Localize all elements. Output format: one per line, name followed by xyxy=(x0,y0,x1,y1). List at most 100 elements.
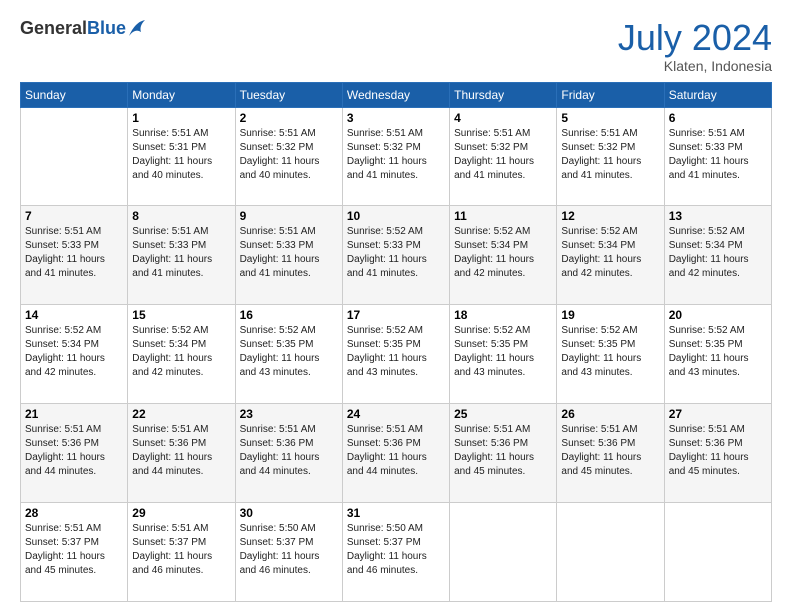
day-info: Sunrise: 5:51 AMSunset: 5:37 PMDaylight:… xyxy=(25,522,123,578)
calendar-cell: 8 Sunrise: 5:51 AMSunset: 5:33 PMDaylight… xyxy=(128,206,235,305)
header: GeneralBlue July 2024 Klaten, Indonesia xyxy=(20,18,772,74)
calendar-cell: 16Sunrise: 5:52 AMSunset: 5:35 PMDayligh… xyxy=(235,305,342,404)
day-info: Sunrise: 5:52 AMSunset: 5:35 PMDaylight:… xyxy=(454,324,552,380)
week-row-3: 21 Sunrise: 5:51 AMSunset: 5:36 PMDayligh… xyxy=(21,404,772,503)
calendar-cell: 20Sunrise: 5:52 AMSunset: 5:35 PMDayligh… xyxy=(664,305,771,404)
weekday-header-wednesday: Wednesday xyxy=(342,82,449,107)
day-info: Sunrise: 5:51 AMSunset: 5:33 PMDaylight:… xyxy=(240,225,338,281)
day-info: Sunrise: 5:51 AMSunset: 5:33 PMDaylight:… xyxy=(132,225,230,281)
day-number: 16 xyxy=(240,308,338,322)
day-number: 24 xyxy=(347,407,445,421)
calendar-cell: 6Sunrise: 5:51 AMSunset: 5:33 PMDaylight… xyxy=(664,107,771,206)
day-number: 9 xyxy=(240,209,338,223)
weekday-header-row: SundayMondayTuesdayWednesdayThursdayFrid… xyxy=(21,82,772,107)
title-block: July 2024 Klaten, Indonesia xyxy=(618,18,772,74)
calendar-cell xyxy=(664,503,771,602)
calendar-cell: 13Sunrise: 5:52 AMSunset: 5:34 PMDayligh… xyxy=(664,206,771,305)
weekday-header-thursday: Thursday xyxy=(450,82,557,107)
calendar-cell: 1 Sunrise: 5:51 AMSunset: 5:31 PMDaylight… xyxy=(128,107,235,206)
day-info: Sunrise: 5:51 AMSunset: 5:36 PMDaylight:… xyxy=(561,423,659,479)
day-info: Sunrise: 5:51 AMSunset: 5:36 PMDaylight:… xyxy=(240,423,338,479)
calendar-cell: 26 Sunrise: 5:51 AMSunset: 5:36 PMDayligh… xyxy=(557,404,664,503)
day-info: Sunrise: 5:51 AMSunset: 5:36 PMDaylight:… xyxy=(454,423,552,479)
day-number: 2 xyxy=(240,111,338,125)
day-number: 5 xyxy=(561,111,659,125)
day-info: Sunrise: 5:51 AMSunset: 5:33 PMDaylight:… xyxy=(25,225,123,281)
calendar-cell: 10Sunrise: 5:52 AMSunset: 5:33 PMDayligh… xyxy=(342,206,449,305)
calendar-cell xyxy=(557,503,664,602)
day-info: Sunrise: 5:52 AMSunset: 5:34 PMDaylight:… xyxy=(561,225,659,281)
week-row-1: 7 Sunrise: 5:51 AMSunset: 5:33 PMDaylight… xyxy=(21,206,772,305)
calendar-cell: 12 Sunrise: 5:52 AMSunset: 5:34 PMDayligh… xyxy=(557,206,664,305)
calendar-cell: 18 Sunrise: 5:52 AMSunset: 5:35 PMDayligh… xyxy=(450,305,557,404)
day-number: 14 xyxy=(25,308,123,322)
calendar-cell: 24 Sunrise: 5:51 AMSunset: 5:36 PMDayligh… xyxy=(342,404,449,503)
calendar-cell: 19 Sunrise: 5:52 AMSunset: 5:35 PMDayligh… xyxy=(557,305,664,404)
logo-bird-icon xyxy=(127,18,145,40)
day-number: 1 xyxy=(132,111,230,125)
day-number: 30 xyxy=(240,506,338,520)
calendar-cell: 31 Sunrise: 5:50 AMSunset: 5:37 PMDayligh… xyxy=(342,503,449,602)
day-number: 13 xyxy=(669,209,767,223)
day-info: Sunrise: 5:51 AMSunset: 5:31 PMDaylight:… xyxy=(132,127,230,183)
calendar-cell: 17Sunrise: 5:52 AMSunset: 5:35 PMDayligh… xyxy=(342,305,449,404)
day-info: Sunrise: 5:51 AMSunset: 5:32 PMDaylight:… xyxy=(347,127,445,183)
day-number: 19 xyxy=(561,308,659,322)
day-number: 6 xyxy=(669,111,767,125)
day-info: Sunrise: 5:51 AMSunset: 5:32 PMDaylight:… xyxy=(240,127,338,183)
calendar-table: SundayMondayTuesdayWednesdayThursdayFrid… xyxy=(20,82,772,602)
day-info: Sunrise: 5:51 AMSunset: 5:36 PMDaylight:… xyxy=(132,423,230,479)
day-number: 23 xyxy=(240,407,338,421)
day-number: 22 xyxy=(132,407,230,421)
day-info: Sunrise: 5:51 AMSunset: 5:37 PMDaylight:… xyxy=(132,522,230,578)
calendar-cell xyxy=(21,107,128,206)
day-number: 15 xyxy=(132,308,230,322)
calendar-cell: 28 Sunrise: 5:51 AMSunset: 5:37 PMDayligh… xyxy=(21,503,128,602)
calendar-cell: 3Sunrise: 5:51 AMSunset: 5:32 PMDaylight… xyxy=(342,107,449,206)
calendar-cell: 5Sunrise: 5:51 AMSunset: 5:32 PMDaylight… xyxy=(557,107,664,206)
week-row-0: 1 Sunrise: 5:51 AMSunset: 5:31 PMDaylight… xyxy=(21,107,772,206)
calendar-cell: 15 Sunrise: 5:52 AMSunset: 5:34 PMDayligh… xyxy=(128,305,235,404)
location: Klaten, Indonesia xyxy=(618,58,772,74)
calendar-cell: 9 Sunrise: 5:51 AMSunset: 5:33 PMDaylight… xyxy=(235,206,342,305)
day-number: 10 xyxy=(347,209,445,223)
week-row-4: 28 Sunrise: 5:51 AMSunset: 5:37 PMDayligh… xyxy=(21,503,772,602)
day-number: 21 xyxy=(25,407,123,421)
weekday-header-friday: Friday xyxy=(557,82,664,107)
month-title: July 2024 xyxy=(618,18,772,58)
week-row-2: 14 Sunrise: 5:52 AMSunset: 5:34 PMDayligh… xyxy=(21,305,772,404)
weekday-header-tuesday: Tuesday xyxy=(235,82,342,107)
calendar-cell: 30 Sunrise: 5:50 AMSunset: 5:37 PMDayligh… xyxy=(235,503,342,602)
day-number: 7 xyxy=(25,209,123,223)
logo: GeneralBlue xyxy=(20,18,145,40)
weekday-header-saturday: Saturday xyxy=(664,82,771,107)
calendar-cell: 7 Sunrise: 5:51 AMSunset: 5:33 PMDaylight… xyxy=(21,206,128,305)
day-info: Sunrise: 5:52 AMSunset: 5:34 PMDaylight:… xyxy=(25,324,123,380)
day-info: Sunrise: 5:52 AMSunset: 5:35 PMDaylight:… xyxy=(561,324,659,380)
day-info: Sunrise: 5:50 AMSunset: 5:37 PMDaylight:… xyxy=(240,522,338,578)
day-number: 28 xyxy=(25,506,123,520)
day-info: Sunrise: 5:50 AMSunset: 5:37 PMDaylight:… xyxy=(347,522,445,578)
calendar-page: GeneralBlue July 2024 Klaten, Indonesia … xyxy=(0,0,792,612)
day-number: 18 xyxy=(454,308,552,322)
calendar-cell: 27 Sunrise: 5:51 AMSunset: 5:36 PMDayligh… xyxy=(664,404,771,503)
day-info: Sunrise: 5:52 AMSunset: 5:34 PMDaylight:… xyxy=(132,324,230,380)
day-number: 27 xyxy=(669,407,767,421)
calendar-cell: 21 Sunrise: 5:51 AMSunset: 5:36 PMDayligh… xyxy=(21,404,128,503)
calendar-cell: 11Sunrise: 5:52 AMSunset: 5:34 PMDayligh… xyxy=(450,206,557,305)
day-info: Sunrise: 5:51 AMSunset: 5:36 PMDaylight:… xyxy=(347,423,445,479)
day-info: Sunrise: 5:51 AMSunset: 5:36 PMDaylight:… xyxy=(25,423,123,479)
day-number: 17 xyxy=(347,308,445,322)
day-info: Sunrise: 5:52 AMSunset: 5:35 PMDaylight:… xyxy=(669,324,767,380)
calendar-cell: 29 Sunrise: 5:51 AMSunset: 5:37 PMDayligh… xyxy=(128,503,235,602)
day-number: 25 xyxy=(454,407,552,421)
calendar-cell: 14 Sunrise: 5:52 AMSunset: 5:34 PMDayligh… xyxy=(21,305,128,404)
weekday-header-monday: Monday xyxy=(128,82,235,107)
day-number: 31 xyxy=(347,506,445,520)
day-number: 26 xyxy=(561,407,659,421)
day-number: 8 xyxy=(132,209,230,223)
day-number: 12 xyxy=(561,209,659,223)
day-info: Sunrise: 5:51 AMSunset: 5:36 PMDaylight:… xyxy=(669,423,767,479)
day-number: 29 xyxy=(132,506,230,520)
calendar-cell: 4Sunrise: 5:51 AMSunset: 5:32 PMDaylight… xyxy=(450,107,557,206)
